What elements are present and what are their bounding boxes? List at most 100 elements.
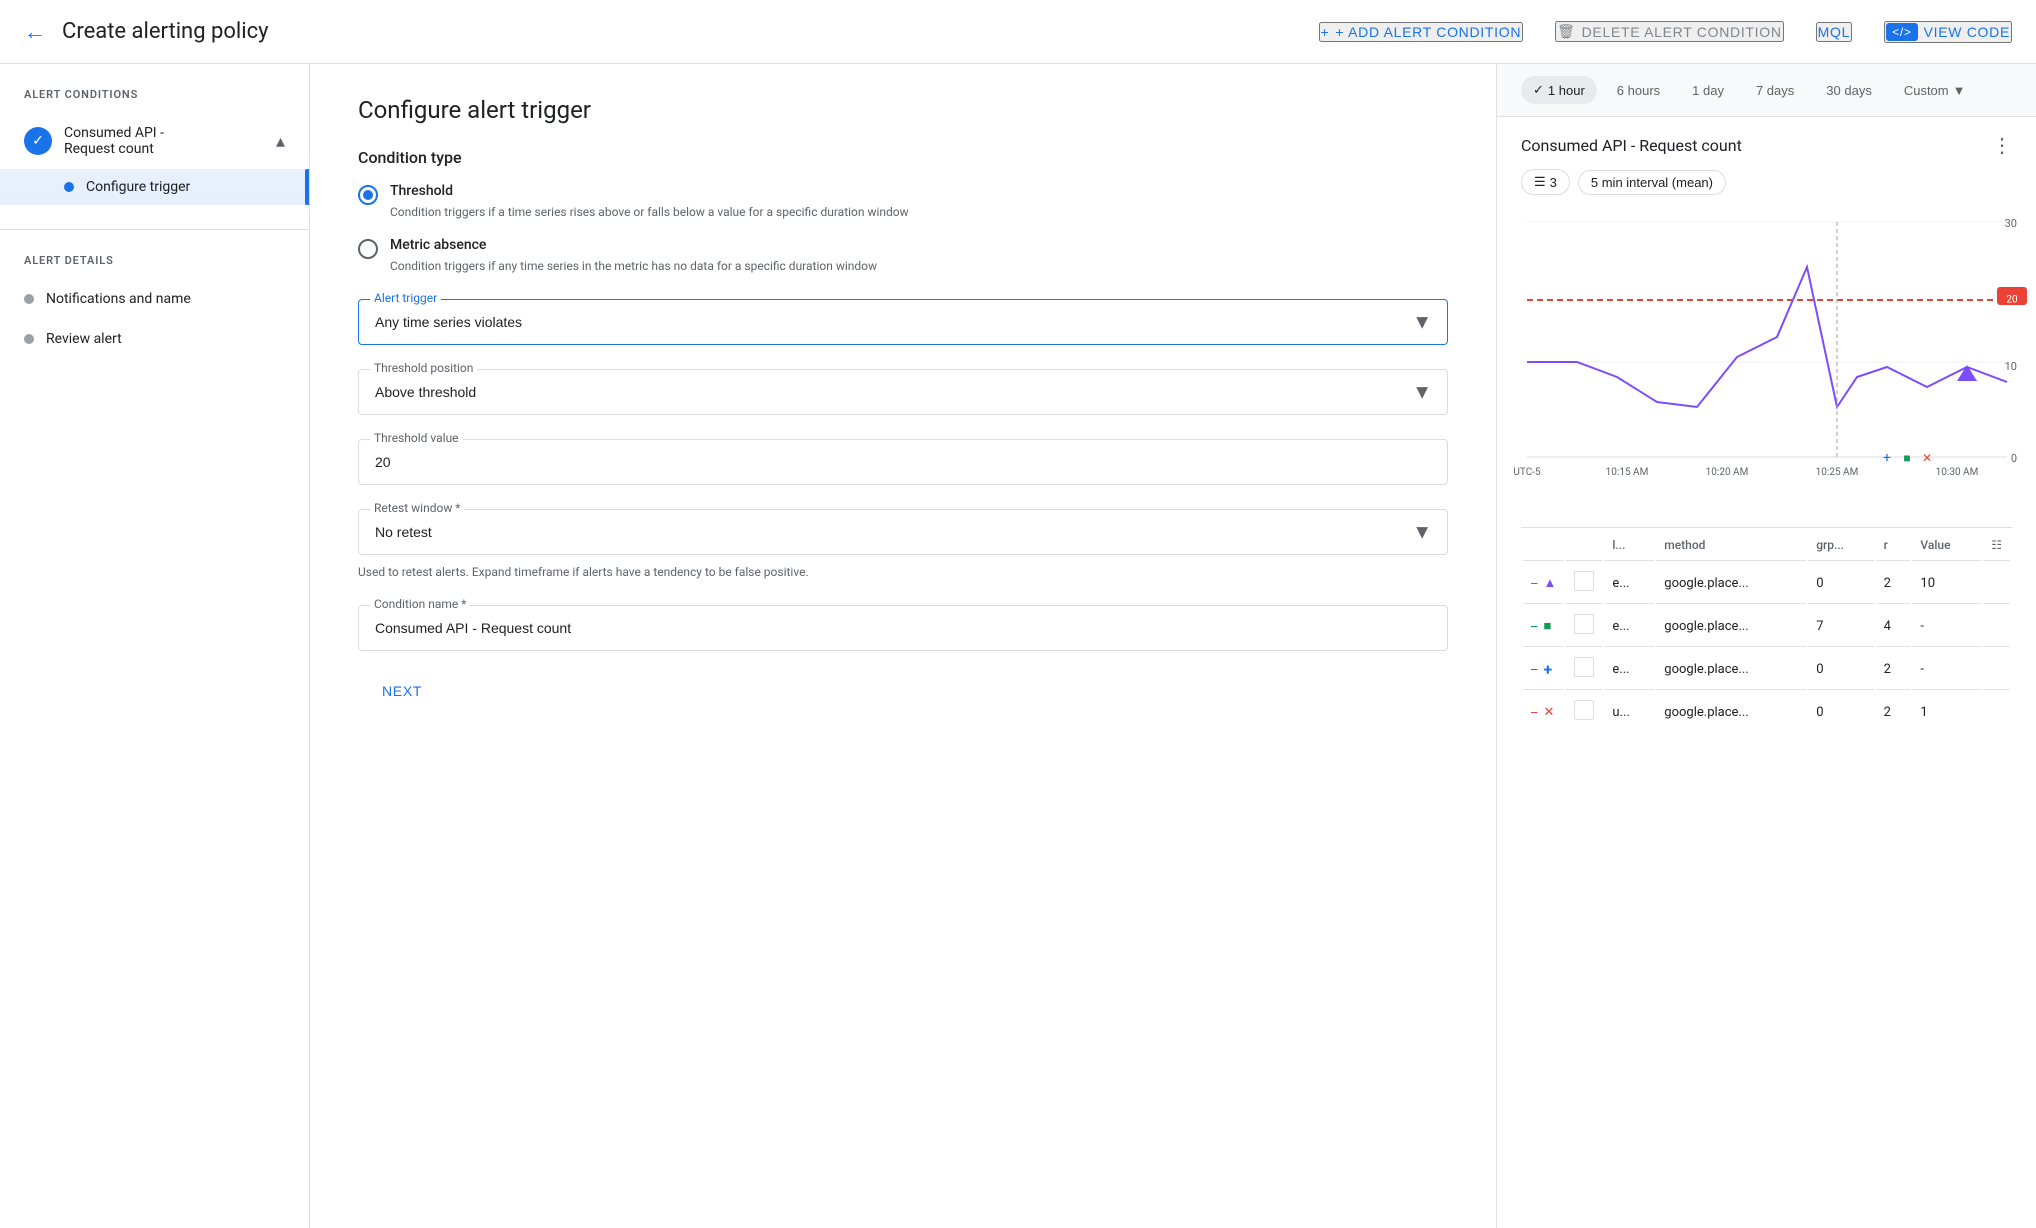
table-header-icon [1523,530,1564,561]
retest-window-field: Retest window * No retest ▼ Used to rete… [358,509,1448,581]
metric-absence-radio-button[interactable] [358,239,378,259]
interval-button[interactable]: 5 min interval (mean) [1578,170,1726,195]
checkbox-cell[interactable] [1566,563,1602,604]
row-checkbox-2[interactable] [1574,614,1594,634]
columns-icon[interactable]: ☷ [1991,538,2002,552]
checkbox-cell[interactable] [1566,606,1602,647]
chevron-down-icon: ▼ [1953,83,1966,98]
row-checkbox[interactable] [1574,571,1594,591]
gray-dot-icon-2 [24,334,34,344]
threshold-radio-button[interactable] [358,185,378,205]
next-button[interactable]: NEXT [358,675,446,707]
time-btn-1day[interactable]: 1 day [1680,77,1736,104]
sidebar-item-notifications[interactable]: Notifications and name [0,279,309,319]
threshold-option-content: Threshold Condition triggers if a time s… [390,183,909,221]
col-grp: 7 [1808,606,1873,647]
checkbox-cell[interactable] [1566,649,1602,690]
header-actions: + + ADD ALERT CONDITION 🗑 DELETE ALERT C… [1319,21,2012,43]
table-header-r: r [1876,530,1911,561]
line-dash-icon: ⎯ [1531,705,1538,720]
col-grp: 0 [1808,692,1873,732]
square-icon: ■ [1544,618,1552,634]
chart-controls: ☰ 3 5 min interval (mean) [1521,169,2012,195]
checkmark-icon: ✓ [1533,82,1544,98]
more-options-icon[interactable]: ⋮ [1992,133,2012,157]
row-checkbox-3[interactable] [1574,657,1594,677]
checkbox-cell[interactable] [1566,692,1602,732]
view-code-button[interactable]: </> VIEW CODE [1884,21,2012,43]
threshold-value-label: Threshold value [370,431,463,445]
content-area: Configure alert trigger Condition type T… [310,64,1496,1228]
retest-window-select-wrapper: No retest ▼ [358,509,1448,555]
configure-trigger-label: Configure trigger [86,179,190,195]
col-l: e... [1604,606,1654,647]
col-grp: 0 [1808,649,1873,690]
col-r: 2 [1876,563,1911,604]
col-r: 2 [1876,649,1911,690]
sidebar-item-review-alert[interactable]: Review alert [0,319,309,359]
threshold-radio-desc: Condition triggers if a time series rise… [390,203,909,221]
alert-trigger-select[interactable]: Any time series violates [358,299,1448,345]
retest-window-select[interactable]: No retest [358,509,1448,555]
plus-icon: + [1544,660,1553,679]
svg-text:+: + [1883,450,1891,466]
line-dash-icon: ⎯ [1531,576,1538,591]
col-l: u... [1604,692,1654,732]
col-value: - [1912,649,1981,690]
series-icon-cell: ⎯ + [1523,649,1564,690]
time-btn-7days[interactable]: 7 days [1744,77,1806,104]
series-icon-cell: ⎯ ✕ [1523,692,1564,732]
svg-text:✕: ✕ [1922,451,1932,465]
header: ← Create alerting policy + + ADD ALERT C… [0,0,2036,64]
delete-alert-condition-button[interactable]: 🗑 DELETE ALERT CONDITION [1555,21,1784,42]
time-btn-custom[interactable]: Custom ▼ [1892,77,1978,104]
threshold-value-input[interactable] [358,439,1448,485]
chart-table: l... method grp... r Value ☷ [1521,527,2012,734]
table-header-columns[interactable]: ☷ [1983,530,2010,561]
svg-text:30: 30 [2005,217,2017,230]
table-header-checkbox [1566,530,1602,561]
line-dash-icon: ⎯ [1531,619,1538,634]
table-row: ⎯ ■ e... google.place... 7 4 - [1523,606,2010,647]
col-value: 10 [1912,563,1981,604]
svg-text:■: ■ [1903,451,1910,465]
chart-title-text: Consumed API - Request count [1521,136,1742,155]
content-title: Configure alert trigger [358,96,1448,124]
alert-details-label: ALERT DETAILS [0,254,309,279]
chart-container: Consumed API - Request count ⋮ ☰ 3 5 min… [1497,117,2036,734]
mql-button[interactable]: MQL [1816,22,1852,42]
back-button[interactable]: ← [24,19,46,45]
sidebar-item-configure-trigger[interactable]: Configure trigger [0,169,309,205]
chart-svg: 30 10 0 20 [1497,207,2036,507]
add-alert-condition-button[interactable]: + + ADD ALERT CONDITION [1319,22,1524,42]
col-value: - [1912,606,1981,647]
threshold-position-select-wrapper: Above threshold ▼ [358,369,1448,415]
col-r: 4 [1876,606,1911,647]
table-header-value: Value [1912,530,1981,561]
chart-panel: ✓ 1 hour 6 hours 1 day 7 days 30 days Cu… [1496,64,2036,1228]
table-header-method: method [1656,530,1806,561]
gray-dot-icon [24,294,34,304]
svg-text:20: 20 [2006,295,2018,306]
sidebar-item-consumed-api[interactable]: ✓ Consumed API - Request count ▴ [0,113,309,169]
threshold-position-label: Threshold position [370,361,477,375]
time-btn-1hour[interactable]: ✓ 1 hour [1521,76,1597,104]
time-btn-30days[interactable]: 30 days [1814,77,1884,104]
svg-text:0: 0 [2011,452,2017,465]
alert-trigger-label: Alert trigger [370,291,441,305]
table-header-l: l... [1604,530,1654,561]
svg-text:UTC-5: UTC-5 [1513,467,1541,478]
alert-conditions-label: ALERT CONDITIONS [0,88,309,113]
svg-text:10:15 AM: 10:15 AM [1606,467,1649,478]
row-checkbox-4[interactable] [1574,700,1594,720]
metric-absence-radio-option[interactable]: Metric absence Condition triggers if any… [358,237,1448,275]
time-btn-6hours[interactable]: 6 hours [1605,77,1672,104]
svg-text:10:20 AM: 10:20 AM [1706,467,1749,478]
threshold-radio-label: Threshold [390,183,909,199]
filter-count-button[interactable]: ☰ 3 [1521,169,1570,195]
chart-svg-wrapper: 30 10 0 20 [1497,207,2036,519]
threshold-radio-option[interactable]: Threshold Condition triggers if a time s… [358,183,1448,221]
threshold-position-select[interactable]: Above threshold [358,369,1448,415]
condition-name-input[interactable] [358,605,1448,651]
threshold-position-field: Threshold position Above threshold ▼ [358,369,1448,415]
